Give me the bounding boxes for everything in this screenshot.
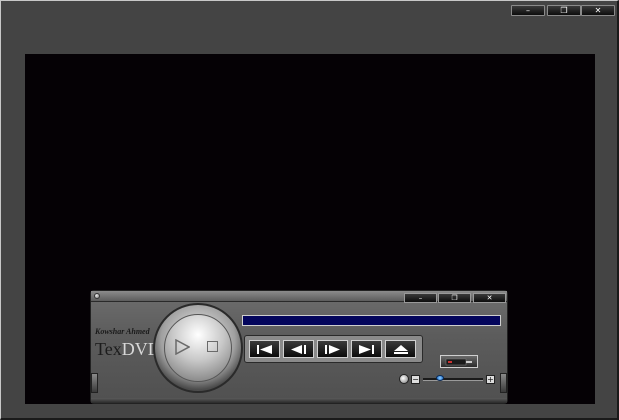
left-resize-handle[interactable] (91, 373, 98, 393)
step-back-button[interactable] (283, 340, 314, 358)
step-back-icon (291, 345, 306, 354)
right-resize-handle[interactable] (500, 373, 507, 393)
window-minimize-button[interactable]: – (511, 5, 545, 16)
volume-slider-track[interactable] (423, 378, 483, 381)
eject-icon (394, 345, 408, 354)
skip-next-icon (359, 345, 374, 354)
skip-next-button[interactable] (351, 340, 382, 358)
step-forward-button[interactable] (317, 340, 348, 358)
app-window: – ❐ ✕ – ❐ ✕ Kowshar Ahmed TexDVD − + (0, 0, 619, 420)
skip-previous-icon (257, 345, 272, 354)
capture-icon (445, 358, 472, 366)
capture-button[interactable] (440, 355, 478, 368)
window-restore-button[interactable]: ❐ (547, 5, 581, 16)
player-menu-icon[interactable] (94, 293, 100, 299)
volume-up-button[interactable]: + (486, 375, 495, 384)
seek-progress-bar[interactable] (242, 315, 501, 326)
player-bottom-edge (91, 398, 507, 403)
player-minimize-button[interactable]: – (404, 293, 437, 303)
window-close-button[interactable]: ✕ (581, 5, 615, 16)
brand-logo: TexDVD (95, 339, 161, 360)
eject-button[interactable] (385, 340, 416, 358)
brand-logo-part1: Tex (95, 339, 122, 359)
volume-slider-thumb[interactable] (436, 375, 444, 381)
player-close-button[interactable]: ✕ (473, 293, 506, 303)
stop-icon[interactable] (207, 341, 218, 352)
transport-controls (244, 335, 423, 363)
player-titlebar[interactable]: – ❐ ✕ (91, 291, 507, 303)
player-restore-button[interactable]: ❐ (438, 293, 471, 303)
play-stop-disc-face (164, 314, 232, 382)
step-forward-icon (325, 345, 340, 354)
mute-toggle-icon[interactable] (399, 374, 409, 384)
skip-previous-button[interactable] (249, 340, 280, 358)
volume-down-button[interactable]: − (411, 375, 420, 384)
author-label: Kowshar Ahmed (95, 327, 150, 336)
player-control-panel: – ❐ ✕ Kowshar Ahmed TexDVD − + (90, 290, 508, 404)
play-stop-disc (153, 303, 243, 393)
play-icon[interactable] (174, 339, 190, 355)
